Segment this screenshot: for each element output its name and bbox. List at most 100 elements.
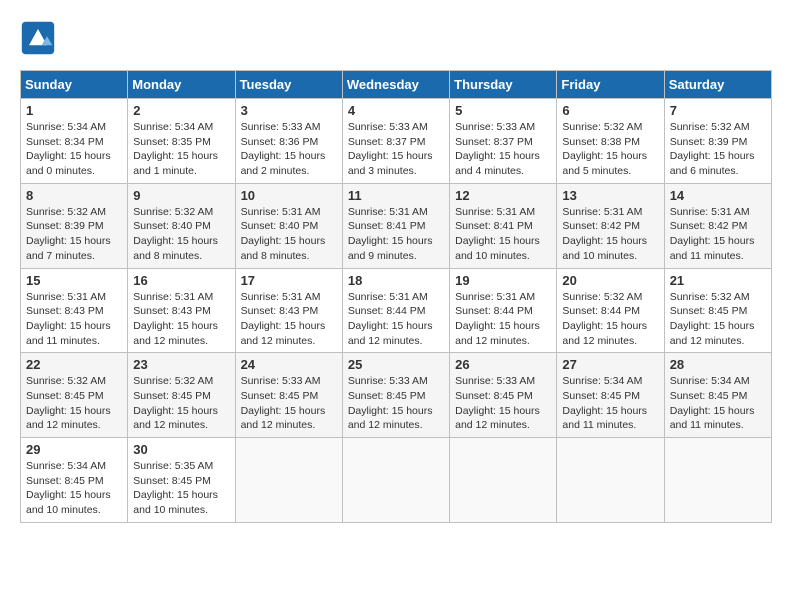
day-of-week-header: Monday: [128, 71, 235, 99]
calendar-header-row: SundayMondayTuesdayWednesdayThursdayFrid…: [21, 71, 772, 99]
day-number: 27: [562, 357, 658, 372]
calendar-day-cell: 24 Sunrise: 5:33 AMSunset: 8:45 PMDayligh…: [235, 353, 342, 438]
day-number: 14: [670, 188, 766, 203]
calendar-day-cell: 3 Sunrise: 5:33 AMSunset: 8:36 PMDaylight…: [235, 99, 342, 184]
calendar-day-cell: 2Sunrise: 5:34 AMSunset: 8:35 PMDaylight…: [128, 99, 235, 184]
logo-icon: [20, 20, 56, 56]
day-number: 25: [348, 357, 444, 372]
day-number: 30: [133, 442, 229, 457]
day-number: 7: [670, 103, 766, 118]
calendar-day-cell: 12 Sunrise: 5:31 AMSunset: 8:41 PMDayligh…: [450, 183, 557, 268]
day-number: 17: [241, 273, 337, 288]
day-of-week-header: Thursday: [450, 71, 557, 99]
day-number: 15: [26, 273, 122, 288]
calendar-day-cell: 23Sunrise: 5:32 AMSunset: 8:45 PMDayligh…: [128, 353, 235, 438]
calendar-day-cell: 6 Sunrise: 5:32 AMSunset: 8:38 PMDaylight…: [557, 99, 664, 184]
calendar-day-cell: 9 Sunrise: 5:32 AMSunset: 8:40 PMDaylight…: [128, 183, 235, 268]
calendar-day-cell: 5Sunrise: 5:33 AMSunset: 8:37 PMDaylight…: [450, 99, 557, 184]
calendar-week-row: 8Sunrise: 5:32 AMSunset: 8:39 PMDaylight…: [21, 183, 772, 268]
day-info: Sunrise: 5:32 AMSunset: 8:40 PMDaylight:…: [133, 205, 229, 264]
day-info: Sunrise: 5:31 AMSunset: 8:43 PMDaylight:…: [241, 290, 337, 349]
day-info: Sunrise: 5:32 AMSunset: 8:45 PMDaylight:…: [670, 290, 766, 349]
day-info: Sunrise: 5:31 AMSunset: 8:43 PMDaylight:…: [133, 290, 229, 349]
calendar-day-cell: 14 Sunrise: 5:31 AMSunset: 8:42 PMDayligh…: [664, 183, 771, 268]
day-number: 6: [562, 103, 658, 118]
day-info: Sunrise: 5:35 AMSunset: 8:45 PMDaylight:…: [133, 459, 229, 518]
day-info: Sunrise: 5:33 AMSunset: 8:45 PMDaylight:…: [241, 374, 337, 433]
day-number: 18: [348, 273, 444, 288]
day-info: Sunrise: 5:31 AMSunset: 8:41 PMDaylight:…: [455, 205, 551, 264]
day-of-week-header: Tuesday: [235, 71, 342, 99]
calendar-day-cell: 10 Sunrise: 5:31 AMSunset: 8:40 PMDayligh…: [235, 183, 342, 268]
day-info: Sunrise: 5:32 AMSunset: 8:39 PMDaylight:…: [670, 120, 766, 179]
day-number: 20: [562, 273, 658, 288]
calendar-day-cell: 1 Sunrise: 5:34 AMSunset: 8:34 PMDaylight…: [21, 99, 128, 184]
day-info: Sunrise: 5:33 AMSunset: 8:45 PMDaylight:…: [455, 374, 551, 433]
calendar-day-cell: [664, 438, 771, 523]
day-info: Sunrise: 5:31 AMSunset: 8:41 PMDaylight:…: [348, 205, 444, 264]
day-number: 12: [455, 188, 551, 203]
calendar-day-cell: 15 Sunrise: 5:31 AMSunset: 8:43 PMDayligh…: [21, 268, 128, 353]
calendar-table: SundayMondayTuesdayWednesdayThursdayFrid…: [20, 70, 772, 523]
calendar-day-cell: 28 Sunrise: 5:34 AMSunset: 8:45 PMDayligh…: [664, 353, 771, 438]
logo: [20, 20, 60, 56]
calendar-day-cell: 20 Sunrise: 5:32 AMSunset: 8:44 PMDayligh…: [557, 268, 664, 353]
day-number: 24: [241, 357, 337, 372]
day-of-week-header: Wednesday: [342, 71, 449, 99]
day-number: 8: [26, 188, 122, 203]
day-info: Sunrise: 5:31 AMSunset: 8:44 PMDaylight:…: [455, 290, 551, 349]
calendar-day-cell: 13Sunrise: 5:31 AMSunset: 8:42 PMDayligh…: [557, 183, 664, 268]
day-number: 22: [26, 357, 122, 372]
calendar-day-cell: [342, 438, 449, 523]
calendar-day-cell: 22 Sunrise: 5:32 AMSunset: 8:45 PMDayligh…: [21, 353, 128, 438]
page-header: [20, 20, 772, 56]
day-number: 19: [455, 273, 551, 288]
calendar-day-cell: 16 Sunrise: 5:31 AMSunset: 8:43 PMDayligh…: [128, 268, 235, 353]
calendar-day-cell: 7 Sunrise: 5:32 AMSunset: 8:39 PMDaylight…: [664, 99, 771, 184]
calendar-day-cell: 8Sunrise: 5:32 AMSunset: 8:39 PMDaylight…: [21, 183, 128, 268]
day-of-week-header: Sunday: [21, 71, 128, 99]
day-number: 16: [133, 273, 229, 288]
day-number: 10: [241, 188, 337, 203]
calendar-day-cell: 27Sunrise: 5:34 AMSunset: 8:45 PMDayligh…: [557, 353, 664, 438]
day-info: Sunrise: 5:33 AMSunset: 8:37 PMDaylight:…: [348, 120, 444, 179]
calendar-day-cell: 25 Sunrise: 5:33 AMSunset: 8:45 PMDayligh…: [342, 353, 449, 438]
day-info: Sunrise: 5:32 AMSunset: 8:38 PMDaylight:…: [562, 120, 658, 179]
day-info: Sunrise: 5:31 AMSunset: 8:42 PMDaylight:…: [562, 205, 658, 264]
day-info: Sunrise: 5:31 AMSunset: 8:42 PMDaylight:…: [670, 205, 766, 264]
day-info: Sunrise: 5:32 AMSunset: 8:45 PMDaylight:…: [26, 374, 122, 433]
calendar-day-cell: 18 Sunrise: 5:31 AMSunset: 8:44 PMDayligh…: [342, 268, 449, 353]
calendar-week-row: 15 Sunrise: 5:31 AMSunset: 8:43 PMDayligh…: [21, 268, 772, 353]
calendar-day-cell: 11 Sunrise: 5:31 AMSunset: 8:41 PMDayligh…: [342, 183, 449, 268]
day-info: Sunrise: 5:34 AMSunset: 8:34 PMDaylight:…: [26, 120, 122, 179]
calendar-day-cell: 29 Sunrise: 5:34 AMSunset: 8:45 PMDayligh…: [21, 438, 128, 523]
day-number: 3: [241, 103, 337, 118]
calendar-week-row: 29 Sunrise: 5:34 AMSunset: 8:45 PMDayligh…: [21, 438, 772, 523]
calendar-day-cell: 30 Sunrise: 5:35 AMSunset: 8:45 PMDayligh…: [128, 438, 235, 523]
day-of-week-header: Friday: [557, 71, 664, 99]
calendar-week-row: 22 Sunrise: 5:32 AMSunset: 8:45 PMDayligh…: [21, 353, 772, 438]
day-number: 29: [26, 442, 122, 457]
day-info: Sunrise: 5:33 AMSunset: 8:45 PMDaylight:…: [348, 374, 444, 433]
day-number: 1: [26, 103, 122, 118]
day-info: Sunrise: 5:31 AMSunset: 8:44 PMDaylight:…: [348, 290, 444, 349]
day-info: Sunrise: 5:31 AMSunset: 8:40 PMDaylight:…: [241, 205, 337, 264]
day-info: Sunrise: 5:33 AMSunset: 8:37 PMDaylight:…: [455, 120, 551, 179]
calendar-day-cell: 19 Sunrise: 5:31 AMSunset: 8:44 PMDayligh…: [450, 268, 557, 353]
day-info: Sunrise: 5:32 AMSunset: 8:44 PMDaylight:…: [562, 290, 658, 349]
day-info: Sunrise: 5:34 AMSunset: 8:35 PMDaylight:…: [133, 120, 229, 179]
day-info: Sunrise: 5:33 AMSunset: 8:36 PMDaylight:…: [241, 120, 337, 179]
day-of-week-header: Saturday: [664, 71, 771, 99]
calendar-day-cell: [557, 438, 664, 523]
day-info: Sunrise: 5:31 AMSunset: 8:43 PMDaylight:…: [26, 290, 122, 349]
day-number: 11: [348, 188, 444, 203]
day-number: 4: [348, 103, 444, 118]
calendar-day-cell: [235, 438, 342, 523]
day-info: Sunrise: 5:34 AMSunset: 8:45 PMDaylight:…: [26, 459, 122, 518]
day-number: 9: [133, 188, 229, 203]
calendar-day-cell: 4 Sunrise: 5:33 AMSunset: 8:37 PMDaylight…: [342, 99, 449, 184]
calendar-day-cell: [450, 438, 557, 523]
day-info: Sunrise: 5:34 AMSunset: 8:45 PMDaylight:…: [670, 374, 766, 433]
day-number: 28: [670, 357, 766, 372]
calendar-week-row: 1 Sunrise: 5:34 AMSunset: 8:34 PMDaylight…: [21, 99, 772, 184]
